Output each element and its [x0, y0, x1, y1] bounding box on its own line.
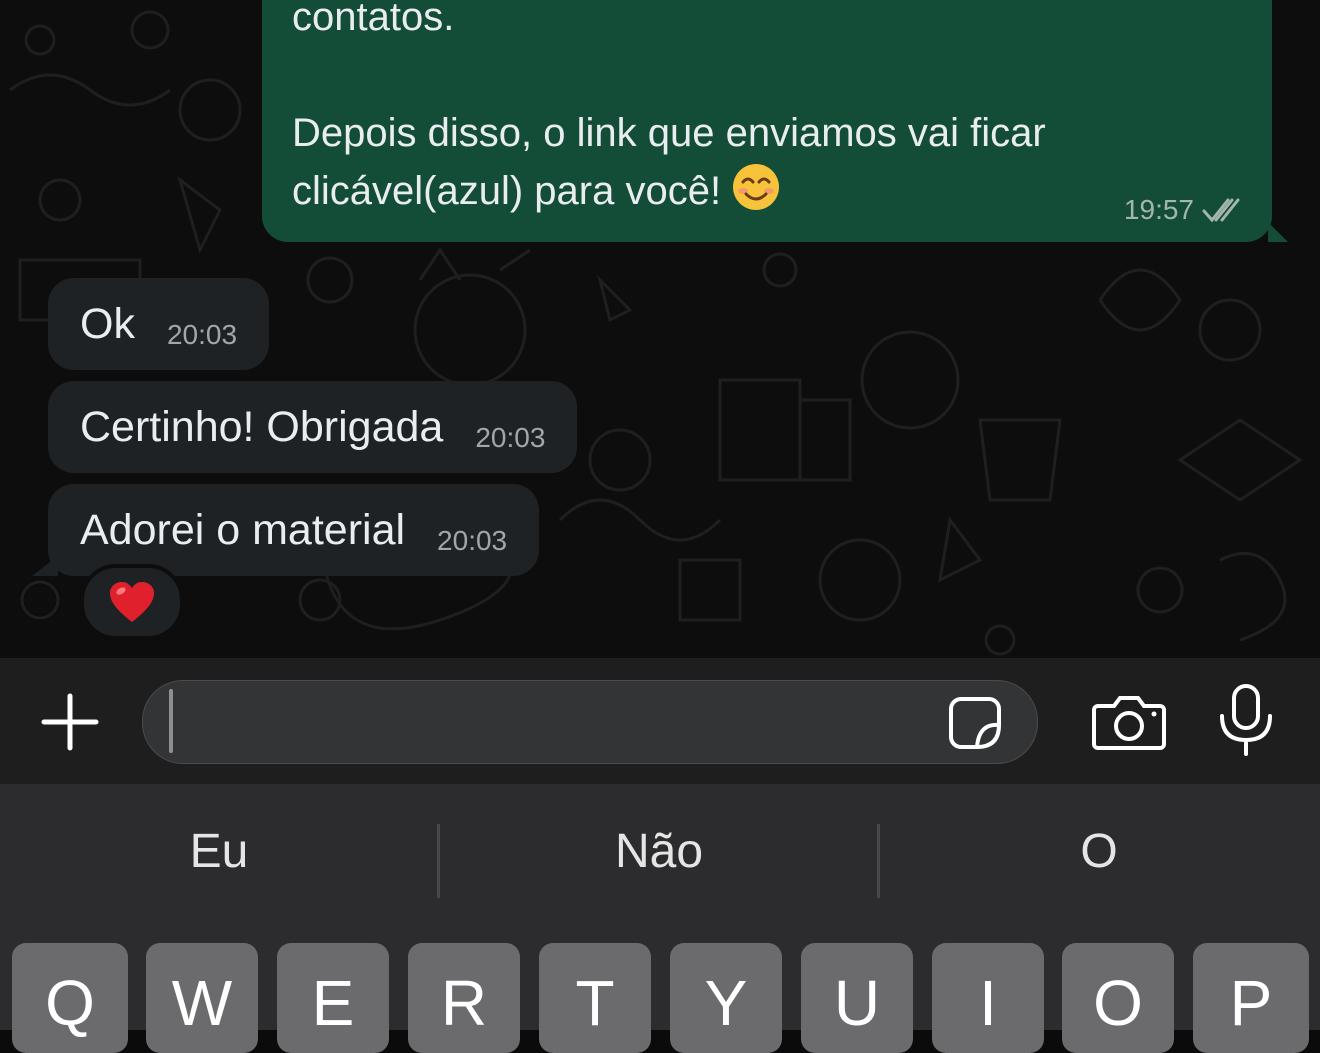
incoming-message-time: 20:03	[437, 525, 508, 556]
sticker-icon[interactable]	[947, 695, 1003, 751]
keyboard-suggestions-bar: Eu Não O	[0, 784, 1320, 932]
outgoing-message-text: contatos. Depois disso, o link que envia…	[292, 0, 1192, 220]
key-i[interactable]: I	[932, 943, 1044, 1053]
incoming-message-text: Adorei o material	[80, 505, 406, 554]
incoming-message-bubble[interactable]: Certinho! Obrigada 20:03	[48, 381, 578, 473]
message-input[interactable]	[142, 680, 1038, 764]
plus-icon[interactable]	[38, 690, 102, 754]
key-u[interactable]: U	[801, 943, 913, 1053]
message-composer	[0, 658, 1320, 784]
message-reaction[interactable]	[80, 564, 184, 640]
keyboard-top-row: Q W E R T Y U I O P	[0, 932, 1320, 1053]
incoming-message-bubble[interactable]: Ok 20:03	[48, 278, 270, 370]
outgoing-message-body: contatos. Depois disso, o link que envia…	[292, 0, 1046, 213]
key-t[interactable]: T	[539, 943, 651, 1053]
incoming-message-text: Ok	[80, 299, 135, 348]
suggestion-item[interactable]: Não	[440, 824, 878, 879]
key-o[interactable]: O	[1062, 943, 1174, 1053]
double-check-icon	[1202, 198, 1240, 223]
key-q[interactable]: Q	[12, 943, 128, 1053]
key-e[interactable]: E	[277, 943, 389, 1053]
chat-area: contatos. Depois disso, o link que envia…	[0, 0, 1320, 658]
camera-icon[interactable]	[1092, 692, 1166, 752]
incoming-message-text: Certinho! Obrigada	[80, 402, 444, 451]
key-p[interactable]: P	[1193, 943, 1309, 1053]
suggestion-item[interactable]: O	[880, 824, 1318, 879]
microphone-icon[interactable]	[1218, 684, 1274, 758]
outgoing-message-bubble[interactable]: contatos. Depois disso, o link que envia…	[262, 0, 1288, 242]
bubble-tail	[1268, 222, 1288, 242]
key-w[interactable]: W	[146, 943, 258, 1053]
key-r[interactable]: R	[408, 943, 520, 1053]
smiling-face-emoji	[733, 164, 780, 210]
text-caret	[169, 689, 173, 753]
incoming-message-time: 20:03	[475, 422, 546, 453]
incoming-message-bubble[interactable]: Adorei o material 20:03	[48, 484, 540, 576]
outgoing-message-meta: 19:57	[1124, 194, 1242, 226]
outgoing-message-time: 19:57	[1123, 194, 1194, 225]
key-y[interactable]: Y	[670, 943, 782, 1053]
suggestion-item[interactable]: Eu	[0, 824, 438, 879]
bubble-tail	[32, 556, 58, 576]
incoming-message-time: 20:03	[166, 319, 238, 350]
heart-emoji-icon	[110, 582, 154, 622]
